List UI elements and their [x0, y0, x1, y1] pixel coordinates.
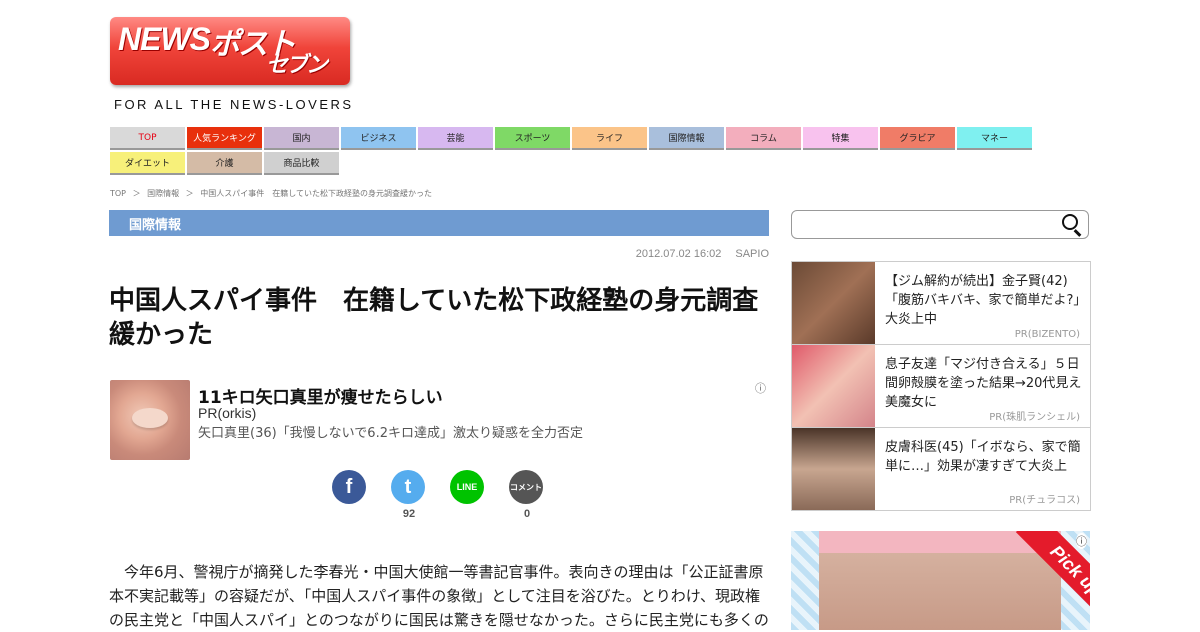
info-icon[interactable]: ⓘ: [755, 380, 766, 396]
nav-item-feature[interactable]: 特集: [803, 127, 878, 150]
pr-text[interactable]: 息子友達「マジ付き合える」５日間卵殻膜を塗った結果→20代見え美魔女に: [885, 355, 1085, 412]
article-date: 2012.07.02 16:02: [635, 248, 722, 260]
pr-card[interactable]: 皮膚科医(45)「イボなら、家で簡単に…」効果が凄すぎて大炎上 PR(チュラコス…: [792, 428, 1090, 510]
search-input[interactable]: [798, 214, 1052, 236]
pr-source: PR(珠肌ランシェル): [989, 412, 1080, 423]
info-icon[interactable]: ⓘ: [1076, 533, 1087, 549]
breadcrumb: TOP ＞ 国際情報 ＞ 中国人スパイ事件 在籍していた松下政経塾の身元調査緩か…: [110, 188, 436, 199]
twitter-icon: t: [391, 470, 425, 504]
nav-item-sports[interactable]: スポーツ: [495, 127, 570, 150]
article-title: 中国人スパイ事件 在籍していた松下政経塾の身元調査緩かった: [109, 286, 759, 350]
category-header: 国際情報: [109, 210, 769, 236]
nav-row-2: ダイエット 介護 商品比較: [110, 152, 1040, 175]
ad-description[interactable]: 矢口真里(36)「我慢しないで6.2キロ達成」激太り疑惑を全力否定: [198, 422, 583, 441]
line-share-button[interactable]: LINE: [450, 470, 486, 522]
pr-thumbnail[interactable]: [792, 262, 875, 344]
search-icon[interactable]: [1062, 214, 1078, 230]
nav-item-business[interactable]: ビジネス: [341, 127, 416, 150]
twitter-count: 92: [402, 508, 416, 520]
nav-item-domestic[interactable]: 国内: [264, 127, 339, 150]
search-box: [791, 210, 1089, 239]
pickup-banner[interactable]: Pick up ⓘ: [791, 531, 1090, 630]
breadcrumb-top[interactable]: TOP: [110, 189, 126, 198]
pr-text[interactable]: 【ジム解約が続出】金子賢(42)「腹筋バキバキ、家で簡単だよ?」大炎上中: [885, 272, 1085, 329]
breadcrumb-category[interactable]: 国際情報: [147, 189, 179, 198]
facebook-count: [332, 508, 368, 522]
ad-sponsor: PR(orkis): [198, 405, 257, 421]
ad-thumbnail[interactable]: [110, 380, 190, 460]
category-nav: TOP 人気ランキング 国内 ビジネス 芸能 スポーツ ライフ 国際情報 コラム…: [110, 127, 1040, 177]
nav-item-diet[interactable]: ダイエット: [110, 152, 185, 175]
pr-source: PR(BIZENTO): [1014, 329, 1080, 340]
nav-item-life[interactable]: ライフ: [572, 127, 647, 150]
nav-item-top[interactable]: TOP: [110, 127, 185, 150]
comment-count: 0: [523, 508, 531, 520]
category-label[interactable]: 国際情報: [129, 214, 181, 233]
inline-ad[interactable]: 11キロ矢口真里が痩せたらしい PR(orkis) 矢口真里(36)「我慢しない…: [110, 380, 770, 462]
site-logo[interactable]: NEWS ポスト セブン: [110, 17, 350, 85]
pr-card[interactable]: 【ジム解約が続出】金子賢(42)「腹筋バキバキ、家で簡単だよ?」大炎上中 PR(…: [792, 262, 1090, 345]
breadcrumb-separator: ＞: [185, 189, 194, 198]
logo-seven-text: セブン: [266, 53, 328, 78]
nav-item-column[interactable]: コラム: [726, 127, 801, 150]
facebook-icon: f: [332, 470, 366, 504]
article-body: 今年6月、警視庁が摘発した李春光・中国大使館一等書記官事件。表向きの理由は「公正…: [109, 563, 769, 629]
comment-button[interactable]: コメント 0: [509, 470, 545, 522]
facebook-share-button[interactable]: f: [332, 470, 368, 522]
logo-news-text: NEWS: [118, 21, 211, 57]
comment-icon: コメント: [509, 470, 543, 504]
article-source: SAPIO: [735, 248, 769, 260]
pr-list: 【ジム解約が続出】金子賢(42)「腹筋バキバキ、家で簡単だよ?」大炎上中 PR(…: [791, 261, 1091, 511]
breadcrumb-separator: ＞: [132, 189, 141, 198]
line-icon: LINE: [450, 470, 484, 504]
nav-item-entertainment[interactable]: 芸能: [418, 127, 493, 150]
twitter-share-button[interactable]: t 92: [391, 470, 427, 522]
pr-text[interactable]: 皮膚科医(45)「イボなら、家で簡単に…」効果が凄すぎて大炎上: [885, 438, 1085, 476]
article-meta: 2012.07.02 16:02 SAPIO: [609, 248, 769, 260]
nav-item-ranking[interactable]: 人気ランキング: [187, 127, 262, 150]
nav-item-care[interactable]: 介護: [187, 152, 262, 175]
pr-source: PR(チュラコス): [1009, 495, 1080, 506]
nav-item-money[interactable]: マネー: [957, 127, 1032, 150]
nav-item-international[interactable]: 国際情報: [649, 127, 724, 150]
nav-row-1: TOP 人気ランキング 国内 ビジネス 芸能 スポーツ ライフ 国際情報 コラム…: [110, 127, 1040, 150]
pr-card[interactable]: 息子友達「マジ付き合える」５日間卵殻膜を塗った結果→20代見え美魔女に PR(珠…: [792, 345, 1090, 428]
tagline: FOR ALL THE NEWS-LOVERS: [114, 97, 354, 112]
nav-item-comparison[interactable]: 商品比較: [264, 152, 339, 175]
pr-thumbnail[interactable]: [792, 345, 875, 427]
pr-thumbnail[interactable]: [792, 428, 875, 510]
nav-item-gravure[interactable]: グラビア: [880, 127, 955, 150]
line-count: [450, 508, 486, 522]
breadcrumb-current: 中国人スパイ事件 在籍していた松下政経塾の身元調査緩かった: [200, 189, 432, 198]
